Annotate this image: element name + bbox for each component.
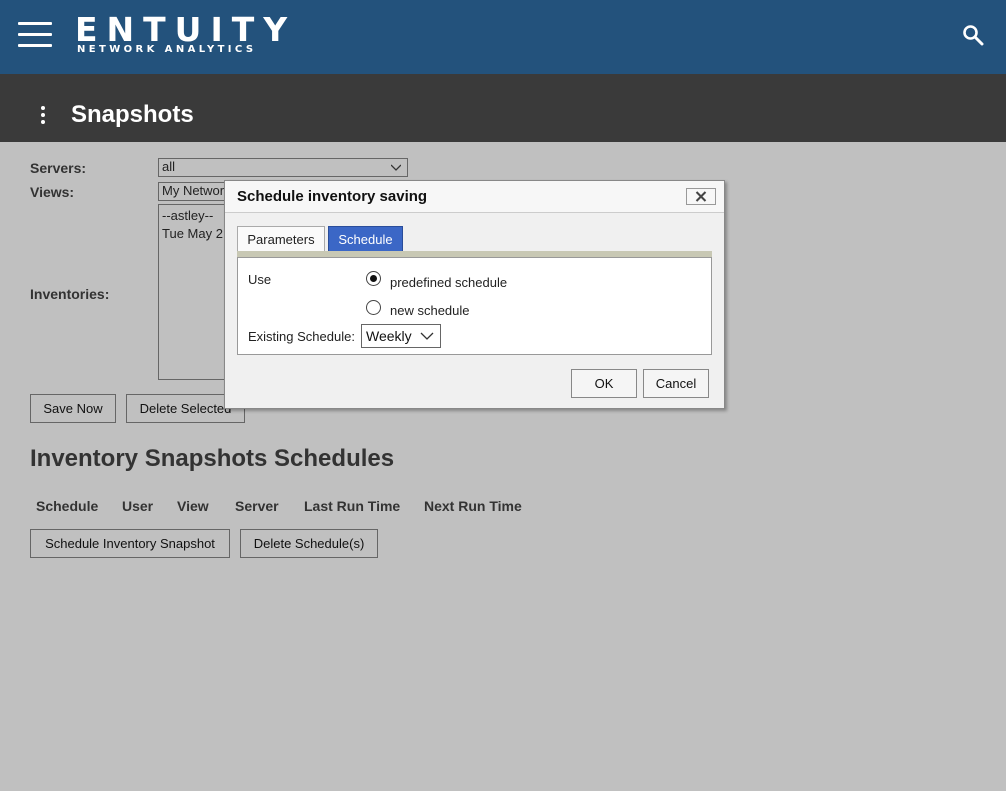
schedule-dialog: Schedule inventory saving Parameters Sch… [224,180,725,409]
views-select-value: My Network [162,183,231,198]
dialog-title: Schedule inventory saving [237,188,428,205]
app-header: ENTUITY NETWORK ANALYTICS [0,0,1006,74]
menu-icon[interactable] [18,22,52,48]
close-button[interactable] [686,188,716,205]
tab-parameters[interactable]: Parameters [237,226,325,253]
views-label: Views: [30,184,75,200]
column-header-schedule: Schedule [36,498,99,514]
close-icon [695,191,707,202]
ok-button[interactable]: OK [571,369,637,398]
servers-label: Servers: [30,160,87,176]
dialog-header: Schedule inventory saving [225,181,724,213]
existing-schedule-select[interactable]: Weekly [361,324,441,348]
column-header-server: Server [235,498,279,514]
servers-select[interactable]: all [158,158,408,177]
existing-schedule-label: Existing Schedule: [248,329,355,344]
existing-schedule-value: Weekly [366,328,412,344]
page-title: Snapshots [71,101,194,128]
predefined-schedule-radio[interactable] [366,271,381,286]
servers-select-value: all [162,159,176,174]
cancel-button[interactable]: Cancel [643,369,709,398]
column-header-last-run-time: Last Run Time [304,498,401,514]
column-header-user: User [122,498,154,514]
use-label: Use [248,272,272,287]
save-now-button[interactable]: Save Now [30,394,116,423]
column-header-next-run-time: Next Run Time [424,498,522,514]
column-header-view: View [177,498,209,514]
inventories-label: Inventories: [30,286,110,302]
search-icon[interactable] [962,24,984,46]
new-schedule-label[interactable]: new schedule [390,303,470,318]
delete-schedules-button[interactable]: Delete Schedule(s) [240,529,378,558]
more-options-icon[interactable] [38,106,48,126]
chevron-down-icon [420,332,434,340]
logo-subtitle: NETWORK ANALYTICS [77,44,257,55]
new-schedule-radio[interactable] [366,300,381,315]
chevron-down-icon [391,164,401,171]
schedules-section-title: Inventory Snapshots Schedules [30,445,395,472]
tab-schedule[interactable]: Schedule [328,226,403,253]
logo-text: ENTUITY [75,10,297,49]
schedule-panel: Use predefined schedule new schedule Exi… [237,257,712,355]
predefined-schedule-label[interactable]: predefined schedule [390,275,507,290]
schedule-inventory-snapshot-button[interactable]: Schedule Inventory Snapshot [30,529,230,558]
